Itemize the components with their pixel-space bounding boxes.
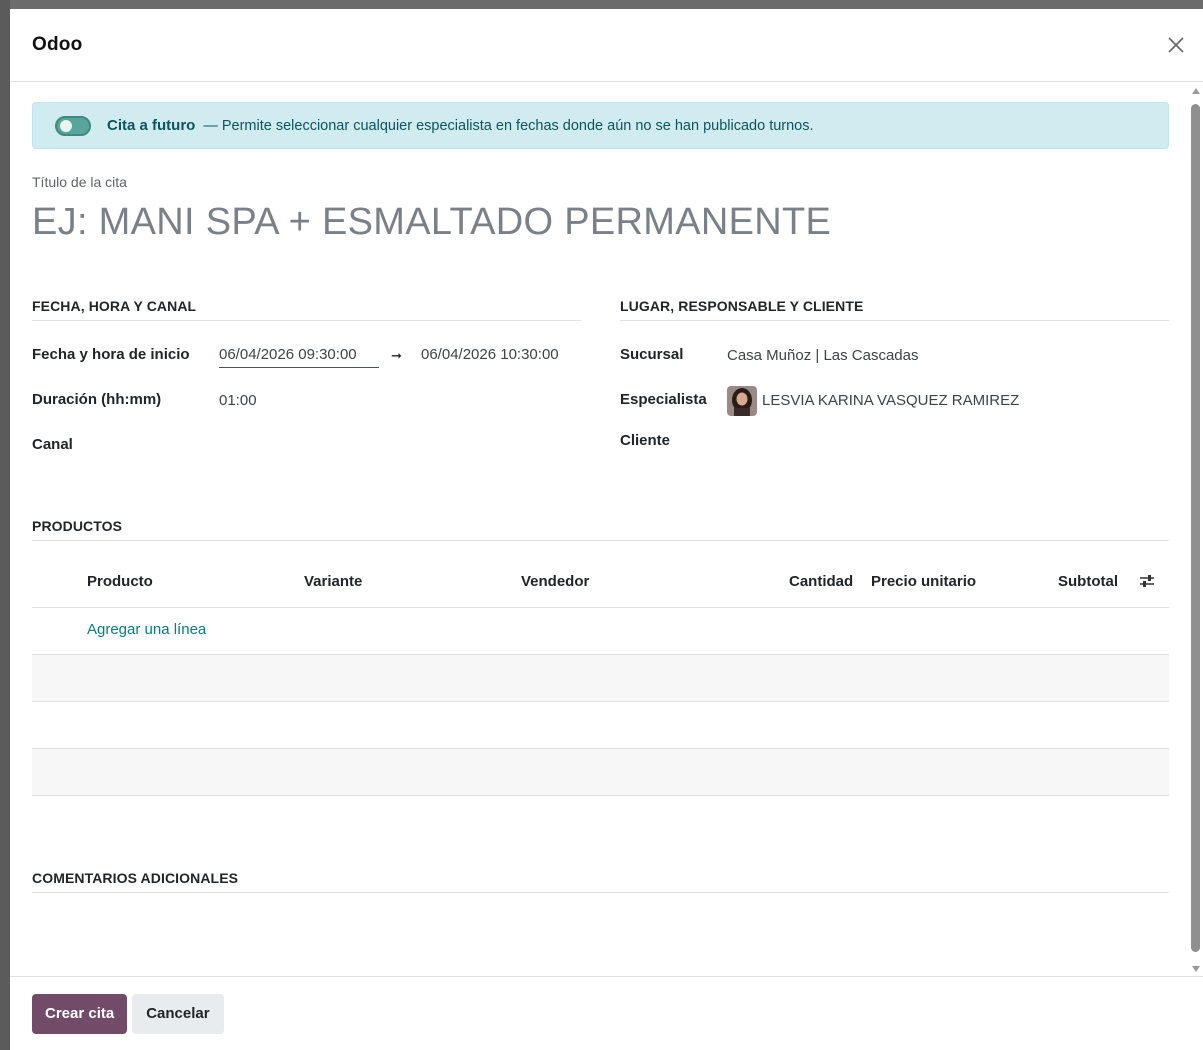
column-variant[interactable]: Variante <box>304 573 362 590</box>
column-seller[interactable]: Vendedor <box>521 573 589 590</box>
appointment-title-label: Título de la cita <box>32 174 127 190</box>
start-datetime-input[interactable]: 06/04/2026 09:30:00 <box>219 346 379 368</box>
future-appointment-toggle[interactable] <box>55 115 91 136</box>
specialist-input[interactable]: LESVIA KARINA VASQUEZ RAMIREZ <box>762 392 1019 409</box>
future-appointment-description: — Permite seleccionar cualquier especial… <box>203 117 814 134</box>
cancel-button[interactable]: Cancelar <box>132 993 224 1034</box>
dialog-footer: Crear cita Cancelar <box>10 976 1203 1050</box>
duration-input[interactable]: 01:00 <box>219 392 257 409</box>
table-row <box>32 749 1169 796</box>
branch-label: Sucursal <box>620 346 684 363</box>
close-icon <box>1168 37 1184 53</box>
scroll-up-icon[interactable] <box>1192 88 1200 94</box>
toggle-knob <box>60 119 72 132</box>
scrollbar-thumb[interactable] <box>1191 104 1200 952</box>
products-table: Producto Variante Vendedor Cantidad Prec… <box>32 556 1169 796</box>
section-date-time-channel: FECHA, HORA Y CANAL <box>32 298 581 321</box>
duration-label: Duración (hh:mm) <box>32 391 162 408</box>
dialog-header: Odoo <box>10 9 1203 82</box>
future-appointment-alert: Cita a futuro — Permite seleccionar cual… <box>32 102 1169 149</box>
dialog-title: Odoo <box>32 34 83 55</box>
table-row <box>32 702 1169 749</box>
backdrop <box>0 0 10 1050</box>
table-row <box>32 655 1169 702</box>
scrollbar[interactable] <box>1189 82 1203 976</box>
column-quantity[interactable]: Cantidad <box>789 573 853 590</box>
section-additional-comments: COMENTARIOS ADICIONALES <box>32 870 1169 893</box>
client-label: Cliente <box>620 432 671 449</box>
appointment-dialog: Odoo Cita a futuro — Permite seleccionar… <box>10 9 1203 1050</box>
column-subtotal[interactable]: Subtotal <box>1058 573 1118 590</box>
channel-label: Canal <box>32 436 73 453</box>
optional-columns-button[interactable] <box>1139 573 1155 593</box>
section-place-responsible-client: LUGAR, RESPONSABLE Y CLIENTE <box>620 298 1169 321</box>
column-product[interactable]: Producto <box>87 573 153 590</box>
specialist-label: Especialista <box>620 391 707 408</box>
branch-input[interactable]: Casa Muñoz | Las Cascadas <box>727 347 919 364</box>
close-button[interactable] <box>1163 32 1189 58</box>
client-input[interactable] <box>727 428 1167 454</box>
add-line-link[interactable]: Agregar una línea <box>87 621 206 638</box>
column-unit-price[interactable]: Precio unitario <box>871 573 976 590</box>
create-appointment-button[interactable]: Crear cita <box>32 993 128 1034</box>
start-datetime-label: Fecha y hora de inicio <box>32 346 190 363</box>
dialog-body: Cita a futuro — Permite seleccionar cual… <box>10 82 1203 976</box>
appointment-title-input[interactable] <box>32 197 1169 247</box>
section-products: PRODUCTOS <box>32 518 1169 541</box>
sliders-icon <box>1140 575 1154 587</box>
scroll-down-icon[interactable] <box>1192 966 1200 972</box>
specialist-avatar <box>727 386 757 416</box>
future-appointment-label: Cita a futuro <box>107 117 196 134</box>
end-datetime-input[interactable]: 06/04/2026 10:30:00 <box>421 346 559 363</box>
table-row: Agregar una línea <box>32 608 1169 655</box>
arrow-right-icon: ➞ <box>391 348 402 363</box>
channel-input[interactable] <box>219 432 579 458</box>
products-table-header: Producto Variante Vendedor Cantidad Prec… <box>32 556 1169 608</box>
form-content: Cita a futuro — Permite seleccionar cual… <box>32 82 1169 976</box>
